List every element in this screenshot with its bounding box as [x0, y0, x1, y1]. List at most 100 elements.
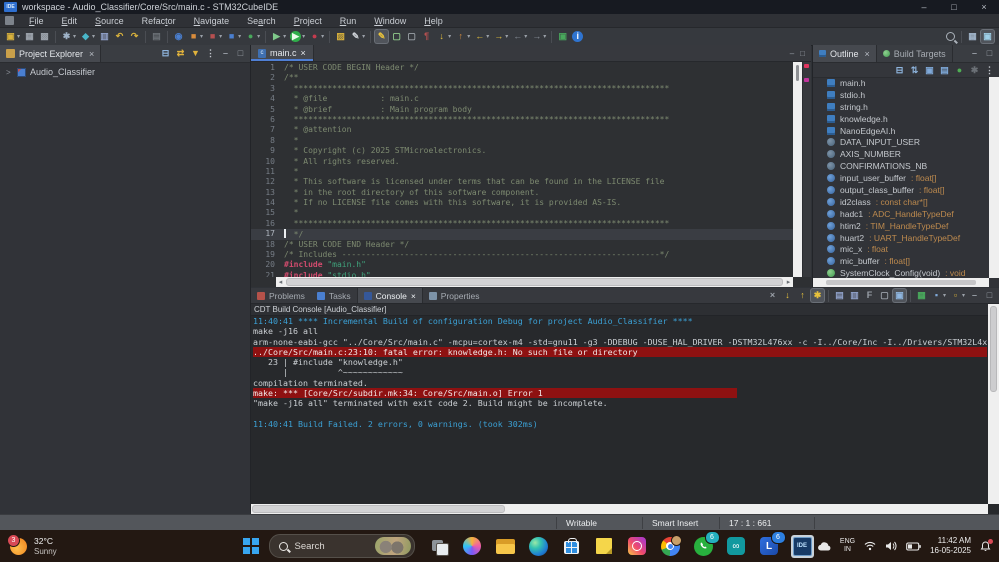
start-button[interactable]: [243, 538, 259, 554]
code-line[interactable]: 16 *************************************…: [251, 219, 793, 229]
outline-item-axis-number[interactable]: AXIS_NUMBER: [813, 148, 989, 160]
code-line[interactable]: 18/* USER CODE END Header */: [251, 240, 793, 250]
sort-icon[interactable]: ⇅: [908, 64, 921, 77]
scroll-to-end-icon[interactable]: ↓: [781, 289, 794, 302]
open-element-icon[interactable]: ▨: [334, 30, 347, 43]
console-horizontal-scrollbar[interactable]: [251, 504, 988, 514]
build-all-icon[interactable]: ✱▾: [60, 30, 77, 43]
save-icon[interactable]: ▦: [23, 30, 36, 43]
search-box[interactable]: Search: [269, 534, 415, 558]
flash-programmer-icon[interactable]: ■▾: [206, 30, 223, 43]
close-console-icon[interactable]: ×: [766, 289, 779, 302]
outline-item-nanoedgeai-h[interactable]: NanoEdgeAI.h: [813, 125, 989, 137]
pin-console-icon[interactable]: ▣: [893, 289, 906, 302]
view-menu-icon[interactable]: ⋮: [204, 47, 217, 60]
console-vscroll-thumb[interactable]: [990, 306, 997, 392]
scroll-right-arrow-icon[interactable]: ▸: [784, 278, 793, 286]
show-whitespace-icon[interactable]: ¶: [420, 30, 433, 43]
outline-item-mic-buffer[interactable]: mic_buffer : float[]: [813, 255, 989, 267]
search-icon[interactable]: [944, 30, 957, 43]
outline-item-main-h[interactable]: main.h: [813, 77, 989, 89]
previous-annotation-icon[interactable]: ▢: [405, 30, 418, 43]
maximize-outline-icon[interactable]: □: [983, 47, 996, 60]
outline-horizontal-scrollbar[interactable]: [813, 278, 989, 287]
console-output[interactable]: 11:40:41 **** Incremental Build of confi…: [253, 316, 987, 504]
hide-non-public-icon[interactable]: ●: [953, 64, 966, 77]
cpp-perspective-icon[interactable]: ▣: [981, 30, 994, 43]
code-line[interactable]: 2/**: [251, 73, 793, 83]
forward-history-icon[interactable]: →▾: [530, 30, 547, 43]
maximize-panel-icon[interactable]: □: [983, 289, 996, 302]
custom-filters-icon[interactable]: ✱: [968, 64, 981, 77]
microsoft-store-icon[interactable]: [560, 535, 583, 558]
menu-source[interactable]: Source: [86, 16, 133, 26]
overview-ruler[interactable]: [802, 62, 811, 277]
link-with-editor-icon[interactable]: ⇄: [174, 47, 187, 60]
code-line[interactable]: 9 * Copyright (c) 2025 STMicroelectronic…: [251, 146, 793, 156]
outline-item-systemclock-config-void-[interactable]: SystemClock_Config(void) : void: [813, 267, 989, 278]
menu-navigate[interactable]: Navigate: [185, 16, 239, 26]
menu-file[interactable]: File: [20, 16, 53, 26]
device-configuration-tool-icon[interactable]: ◆▾: [79, 30, 96, 43]
outline-item-confirmations-nb[interactable]: CONFIRMATIONS_NB: [813, 160, 989, 172]
tab-project-explorer[interactable]: Project Explorer ×: [0, 45, 101, 62]
console-vertical-scrollbar[interactable]: [988, 304, 999, 504]
info-icon[interactable]: i: [571, 30, 584, 43]
menu-window[interactable]: Window: [365, 16, 415, 26]
tab-console[interactable]: Console×: [357, 288, 423, 303]
open-perspective-icon[interactable]: ▦: [966, 30, 979, 43]
undo-icon[interactable]: ↶: [113, 30, 126, 43]
stm32cubeide-icon[interactable]: IDE: [791, 535, 814, 558]
maximize-icon[interactable]: □: [234, 47, 247, 60]
language-indicator[interactable]: ENG IN: [840, 538, 855, 555]
instagram-icon[interactable]: [626, 535, 649, 558]
forward-icon[interactable]: →▾: [492, 30, 509, 43]
filter-icon[interactable]: ▼: [189, 47, 202, 60]
outline-vertical-scrollbar[interactable]: [989, 77, 999, 278]
next-annotation-icon[interactable]: ▢: [390, 30, 403, 43]
external-tools-icon[interactable]: ●▾: [244, 30, 261, 43]
tab-build-targets[interactable]: Build Targets: [877, 45, 953, 62]
tree-item-audio-classifier[interactable]: > Audio_Classifier: [0, 63, 250, 77]
collapse-all-icon[interactable]: ⊟: [893, 64, 906, 77]
scroll-left-arrow-icon[interactable]: ◂: [276, 278, 285, 286]
editor-vscroll-thumb[interactable]: [796, 65, 799, 81]
debug-ink-icon[interactable]: ◉: [172, 30, 185, 43]
tab-problems[interactable]: Problems: [251, 288, 311, 303]
save-all-icon[interactable]: ▩: [38, 30, 51, 43]
code-line[interactable]: 11 *: [251, 167, 793, 177]
minimize-window-button[interactable]: –: [909, 0, 939, 14]
new-console-view-icon[interactable]: ▦: [915, 289, 928, 302]
copilot-icon[interactable]: [461, 535, 484, 558]
code-line[interactable]: 19/* Includes --------------------------…: [251, 250, 793, 260]
maximize-window-button[interactable]: □: [939, 0, 969, 14]
close-editor-tab-icon[interactable]: ×: [301, 48, 306, 58]
weather-widget[interactable]: 3 32°C Sunny: [10, 536, 57, 556]
code-line[interactable]: 5 * @brief : Main program body: [251, 105, 793, 115]
edge-icon[interactable]: [527, 535, 550, 558]
profile-icon[interactable]: ●▾: [308, 30, 325, 43]
close-window-button[interactable]: ×: [969, 0, 999, 14]
minimize-icon[interactable]: –: [219, 47, 232, 60]
hide-fields-icon[interactable]: ▣: [923, 64, 936, 77]
code-line[interactable]: 4 * @file : main.c: [251, 94, 793, 104]
code-line[interactable]: 14 * If no LICENSE file comes with this …: [251, 198, 793, 208]
word-wrap-icon[interactable]: ▥: [848, 289, 861, 302]
arduino-icon[interactable]: ∞: [725, 535, 748, 558]
display-selected-console-icon[interactable]: ▪▾: [930, 289, 947, 302]
expand-chevron-icon[interactable]: >: [6, 68, 13, 77]
import-icon[interactable]: ▥: [98, 30, 111, 43]
hide-static-members-icon[interactable]: ▤: [938, 64, 951, 77]
annotate-icon[interactable]: ✎▾: [349, 30, 366, 43]
code-line[interactable]: 13 * in the root directory of this softw…: [251, 188, 793, 198]
close-console-tab-icon[interactable]: ×: [411, 291, 416, 301]
new-wizard-icon[interactable]: ▣▾: [4, 30, 21, 43]
error-marker[interactable]: [804, 64, 809, 68]
outline-item-hadc1[interactable]: hadc1 : ADC_HandleTypeDef: [813, 208, 989, 220]
next-edit-location-icon[interactable]: ↑▾: [454, 30, 471, 43]
code-line[interactable]: 1/* USER CODE BEGIN Header */: [251, 63, 793, 73]
outline-item-data-input-user[interactable]: DATA_INPUT_USER: [813, 136, 989, 148]
maximize-editor-icon[interactable]: □: [800, 49, 805, 58]
run-icon[interactable]: ▶▾: [289, 30, 306, 43]
battery-icon[interactable]: [906, 542, 921, 551]
